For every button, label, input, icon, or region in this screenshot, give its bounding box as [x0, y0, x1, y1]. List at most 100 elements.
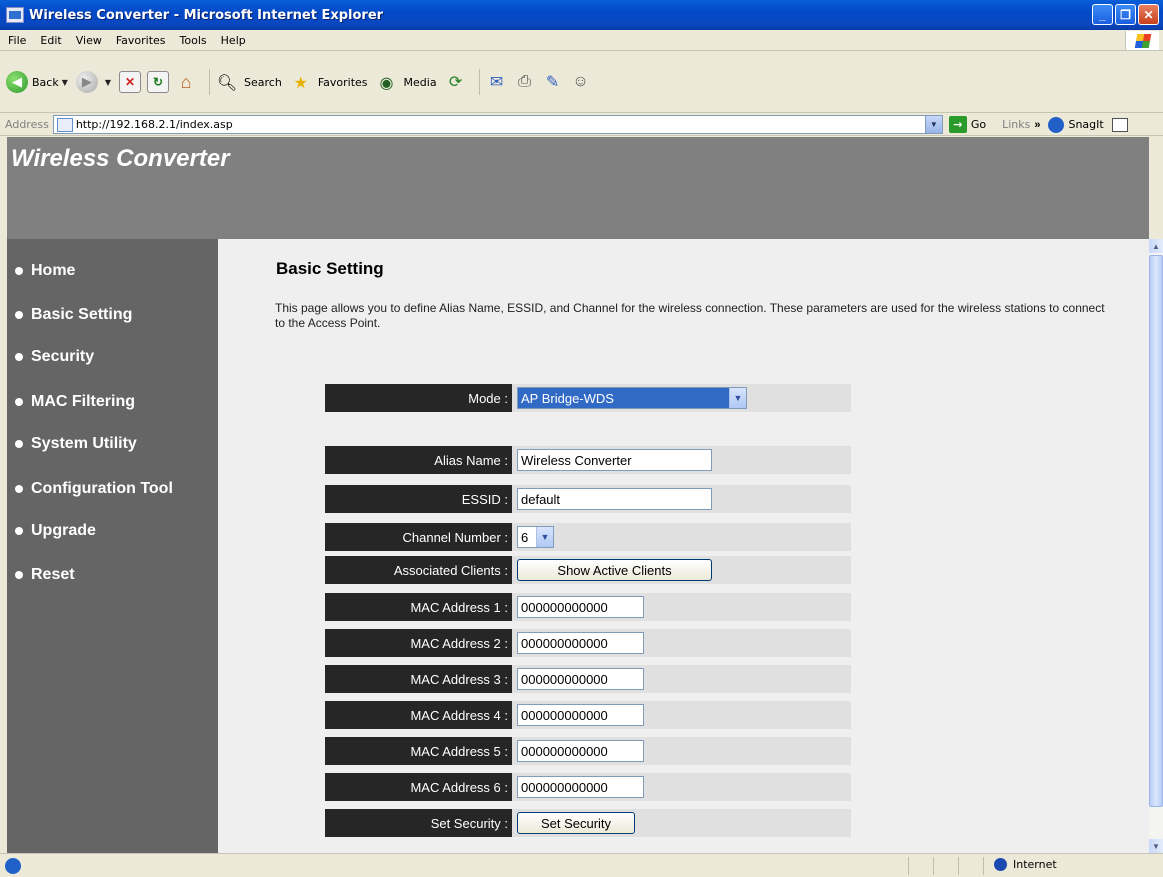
forward-button[interactable]: ▶ ▼: [75, 71, 111, 93]
essid-input[interactable]: default: [517, 488, 712, 510]
sidebar-item-label: Basic Setting: [31, 306, 133, 323]
mac-address-3-input[interactable]: 000000000000: [517, 668, 644, 690]
zone-label: Internet: [1013, 858, 1057, 871]
clients-value-cell: Show Active Clients: [512, 556, 851, 584]
chevron-down-icon[interactable]: ▼: [729, 388, 746, 408]
security-zone: Internet: [994, 858, 1057, 871]
maximize-button[interactable]: ❐: [1115, 4, 1136, 25]
media-label: Media: [403, 75, 437, 89]
sidebar-item-configuration-tool[interactable]: Configuration Tool: [7, 475, 218, 503]
mac-address-6-input[interactable]: 000000000000: [517, 776, 644, 798]
mac-label-6: MAC Address 6 :: [325, 773, 512, 801]
sidebar-item-label: MAC Filtering: [31, 393, 135, 410]
mac-label-3: MAC Address 3 :: [325, 665, 512, 693]
links-chevron-icon[interactable]: »: [1034, 119, 1040, 131]
sidebar-item-label: Reset: [31, 566, 75, 583]
mac-address-2-input[interactable]: 000000000000: [517, 632, 644, 654]
bullet-icon: [15, 485, 23, 493]
scroll-up-icon[interactable]: ▲: [1149, 239, 1163, 253]
mode-selected-value: AP Bridge-WDS: [518, 388, 729, 408]
sidebar-item-home[interactable]: Home: [7, 257, 218, 285]
mac-row-6: MAC Address 6 : 000000000000: [325, 773, 851, 801]
sidebar-item-security[interactable]: Security: [7, 343, 218, 371]
security-row: Set Security : Set Security: [325, 809, 851, 837]
mode-select[interactable]: AP Bridge-WDS ▼: [517, 387, 747, 409]
vertical-scrollbar[interactable]: ▲ ▼: [1149, 239, 1163, 853]
go-button[interactable]: → Go: [948, 116, 986, 133]
bullet-icon: [15, 353, 23, 361]
address-input[interactable]: http://192.168.2.1/index.asp ▼: [52, 115, 943, 134]
menu-file[interactable]: File: [0, 34, 33, 47]
mode-label: Mode :: [325, 384, 512, 412]
sidebar-item-mac-filtering[interactable]: MAC Filtering: [7, 388, 218, 416]
address-dropdown-icon[interactable]: ▼: [924, 116, 942, 133]
address-label: Address: [5, 118, 49, 131]
chevron-down-icon[interactable]: ▼: [536, 527, 553, 547]
links-label[interactable]: Links: [1002, 118, 1030, 131]
edit-icon[interactable]: ✎: [542, 71, 564, 93]
search-icon: 🔍︎: [216, 72, 238, 92]
page-content: Wireless Converter Home Basic Setting Se…: [7, 137, 1149, 853]
back-button[interactable]: ◀ Back ▼: [6, 71, 68, 93]
snagit-button[interactable]: SnagIt: [1048, 116, 1104, 133]
windows-logo-icon: [1125, 31, 1159, 50]
star-icon: ★: [293, 72, 308, 92]
window-title: Wireless Converter - Microsoft Internet …: [29, 7, 384, 23]
alias-name-input[interactable]: Wireless Converter: [517, 449, 712, 471]
messenger-icon[interactable]: ☺: [570, 71, 592, 93]
channel-select[interactable]: 6 ▼: [517, 526, 554, 548]
standard-toolbar: ◀ Back ▼ ▶ ▼ ✕ ↻ ⌂ 🔍︎ Search ★ Favorites…: [0, 52, 1163, 113]
stop-icon[interactable]: ✕: [119, 71, 142, 93]
forward-dropdown-icon[interactable]: ▼: [105, 78, 111, 87]
home-icon[interactable]: ⌂: [175, 71, 197, 93]
menu-tools[interactable]: Tools: [173, 34, 214, 47]
history-icon[interactable]: ⟳: [445, 71, 467, 93]
show-active-clients-button[interactable]: Show Active Clients: [517, 559, 712, 581]
status-bar: Internet: [0, 853, 1163, 877]
mac-label-1: MAC Address 1 :: [325, 593, 512, 621]
mail-icon[interactable]: ✉: [486, 71, 508, 93]
favorites-button[interactable]: ★ Favorites: [290, 71, 368, 93]
menu-view[interactable]: View: [69, 34, 109, 47]
media-icon: ◉: [379, 72, 394, 92]
set-security-button[interactable]: Set Security: [517, 812, 635, 834]
menu-edit[interactable]: Edit: [33, 34, 68, 47]
menu-favorites[interactable]: Favorites: [109, 34, 173, 47]
status-divider: [958, 857, 959, 875]
channel-row: Channel Number : 6 ▼: [325, 523, 851, 551]
refresh-icon[interactable]: ↻: [147, 71, 170, 93]
page-icon: [56, 117, 73, 132]
alias-value-cell: Wireless Converter: [512, 446, 851, 474]
forward-arrow-icon: ▶: [75, 71, 98, 93]
sidebar-item-label: Configuration Tool: [31, 480, 173, 497]
print-icon[interactable]: ⎙: [514, 71, 536, 93]
scroll-down-icon[interactable]: ▼: [1149, 839, 1163, 853]
mode-row: Mode : AP Bridge-WDS ▼: [325, 384, 851, 412]
menu-help[interactable]: Help: [214, 34, 253, 47]
channel-label: Channel Number :: [325, 523, 512, 551]
minimize-button[interactable]: _: [1092, 4, 1113, 25]
clients-row: Associated Clients : Show Active Clients: [325, 556, 851, 584]
mac-value-cell: 000000000000: [512, 593, 851, 621]
mac-address-4-input[interactable]: 000000000000: [517, 704, 644, 726]
search-label: Search: [244, 75, 282, 89]
mac-address-5-input[interactable]: 000000000000: [517, 740, 644, 762]
mac-address-1-input[interactable]: 000000000000: [517, 596, 644, 618]
scroll-thumb[interactable]: [1149, 255, 1163, 807]
address-bar: Address http://192.168.2.1/index.asp ▼ →…: [0, 114, 1163, 136]
toolbar-separator: [478, 69, 480, 95]
media-button[interactable]: ◉ Media: [376, 71, 437, 93]
close-button[interactable]: ✕: [1138, 4, 1159, 25]
back-dropdown-icon[interactable]: ▼: [62, 78, 68, 87]
essid-row: ESSID : default: [325, 485, 851, 513]
bullet-icon: [15, 527, 23, 535]
sidebar-nav: Home Basic Setting Security MAC Filterin…: [7, 239, 218, 853]
snagit-capture-icon[interactable]: [1111, 117, 1128, 132]
sidebar-item-upgrade[interactable]: Upgrade: [7, 517, 218, 545]
sidebar-item-basic-setting[interactable]: Basic Setting: [7, 301, 218, 329]
search-button[interactable]: 🔍︎ Search: [216, 71, 282, 93]
go-arrow-icon: →: [948, 116, 967, 133]
mode-value-cell: AP Bridge-WDS ▼: [512, 384, 851, 412]
sidebar-item-reset[interactable]: Reset: [7, 561, 218, 589]
sidebar-item-system-utility[interactable]: System Utility: [7, 430, 218, 458]
